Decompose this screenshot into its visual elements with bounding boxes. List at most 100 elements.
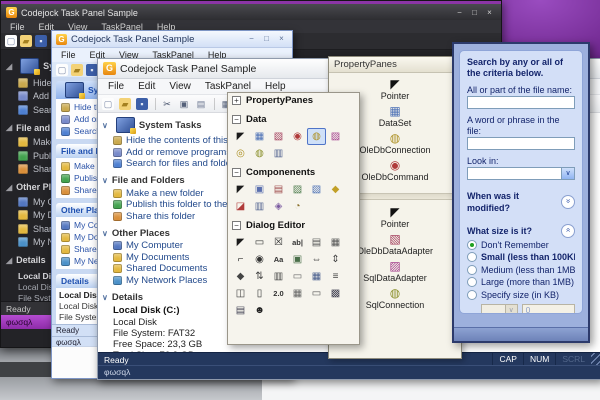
task-item[interactable]: Make a new folder [102,188,232,200]
close-button[interactable]: × [483,7,496,18]
toolbox-group-header[interactable]: + PropertyPanes [228,93,359,108]
new-document-button[interactable]: ▢ [56,63,68,76]
task-item[interactable]: Share this folder [102,211,232,223]
toolbox-tool[interactable]: ▣ [288,251,307,268]
menu-item[interactable]: File [101,81,131,92]
paste-button[interactable]: ▤ [195,98,209,110]
radio-option[interactable]: Don't Remember [467,239,575,251]
menu-item[interactable]: File [3,22,32,32]
menu-item[interactable]: TaskPanel [198,81,258,92]
toolbox-tool[interactable]: ⇔ [307,251,326,268]
toolbox-tool[interactable]: ◈ [269,198,288,215]
expand-collapse-toggle[interactable]: − [232,115,241,124]
radio-option[interactable]: Small (less than 100KB) [467,252,575,264]
toolbox-tool[interactable]: ▦ [307,268,326,285]
toolbox-tool[interactable]: ◉ [250,251,269,268]
toolbar-separator[interactable] [155,97,156,110]
look-in-select[interactable]: ∨ [467,167,575,180]
toolbox-group-header[interactable]: − Componenents [228,165,359,180]
toolbox-tool[interactable]: ◉ [288,128,307,145]
toolbox-tool[interactable]: ☻ [250,302,269,319]
open-folder-button[interactable]: ▰ [119,97,133,110]
save-button[interactable]: ▪ [35,35,47,47]
toolbox-list-item[interactable]: ◤ Pointer [359,78,430,102]
minimize-button[interactable]: − [245,34,258,44]
menu-item[interactable]: Edit [131,81,162,92]
toolbox-tool[interactable]: 2.0 [269,285,288,302]
maximize-button[interactable]: □ [468,7,481,18]
toolbox-tool[interactable]: ◆ [326,181,345,198]
toolbox-tool[interactable]: ▥ [269,145,288,162]
task-item[interactable]: My Network Places [102,275,232,287]
task-group-header[interactable]: ∨ File and Folders [102,174,232,188]
toolbox-tool[interactable]: ▦ [250,128,269,145]
toolbox-tool[interactable]: ▧ [307,181,326,198]
phrase-input[interactable] [467,137,575,150]
modified-rollup-button[interactable]: » [561,195,575,209]
expand-collapse-toggle[interactable]: − [232,221,241,230]
toolbox-list-item[interactable]: ◉ OleDbCommand [359,159,430,183]
toolbox-tool[interactable]: ▣ [250,181,269,198]
radio-option[interactable]: Large (more than 1MB) [467,277,575,289]
toolbox-tool[interactable]: ▦ [288,285,307,302]
new-document-button[interactable]: ▢ [102,97,116,110]
toolbox-tool[interactable]: ▭ [307,285,326,302]
menu-item[interactable]: File [54,50,83,60]
toolbox-tool[interactable]: ≡ [326,268,345,285]
toolbox-tool[interactable]: ▥ [250,198,269,215]
toolbox-list-item[interactable]: ▧ OleDbDataAdapter [357,233,433,257]
toolbox-tool[interactable]: ▩ [326,285,345,302]
toolbox-tool[interactable]: ◫ [231,285,250,302]
toolbox-tool[interactable]: ▭ [288,268,307,285]
menu-item[interactable]: View [162,81,198,92]
toolbox-tool[interactable]: ⌐ [231,251,250,268]
toolbox-group-header[interactable]: − Data [228,112,359,127]
toolbox-tool[interactable]: ⇅ [250,268,269,285]
task-group-header[interactable]: ∨ System Tasks [102,115,232,135]
radio-option[interactable]: Medium (less than 1MB) [467,264,575,276]
toolbox-tool[interactable]: ▯ [250,285,269,302]
toolbox-list-item[interactable]: ◍ OleDbConnection [359,132,430,156]
toolbox-tool[interactable]: ◤ [231,234,250,251]
toolbox-tool[interactable]: ▨ [326,128,345,145]
title-bar[interactable]: G Codejock Task Panel Sample − □ × [52,31,292,48]
toolbox-tool[interactable]: ▤ [231,302,250,319]
copy-button[interactable]: ▣ [178,98,192,110]
task-item[interactable]: Search for files and folders [102,158,232,170]
toolbox-group-header[interactable]: − Dialog Editor [228,218,359,233]
task-group-header[interactable]: ∨ Details [102,290,232,304]
menu-item[interactable]: Help [258,81,293,92]
toolbox-tool[interactable]: ▧ [269,128,288,145]
size-unit-select[interactable]: ∨ [481,303,518,313]
toolbox-tool[interactable]: ▭ [250,234,269,251]
size-value-input[interactable]: 0 [521,303,575,313]
toolbar-separator[interactable] [214,97,215,110]
toolbox-tool[interactable]: ◍ [307,128,326,145]
toolbox-list-item[interactable]: ◤ Pointer [357,206,433,230]
toolbox-tool[interactable]: ▨ [288,181,307,198]
toolbox-tool[interactable]: ▥ [269,268,288,285]
expand-collapse-toggle[interactable]: − [232,168,241,177]
file-name-input[interactable] [467,96,575,109]
task-group-header[interactable]: ∨ Other Places [102,226,232,240]
title-bar[interactable]: G Codejock Task Panel Sample − □ × [1,1,501,20]
toolbox-tool[interactable]: ◎ [231,145,250,162]
toolbox-tool[interactable]: ◪ [231,198,250,215]
new-document-button[interactable]: ▢ [5,35,17,47]
task-item[interactable]: Publish this folder to the Web [102,199,232,211]
close-button[interactable]: × [275,34,288,44]
toolbox-tool[interactable]: ⇕ [326,251,345,268]
minimize-button[interactable]: − [453,7,466,18]
toolbox-tool[interactable]: ▤ [307,234,326,251]
toolbox-tool[interactable]: ◤ [231,181,250,198]
toolbox-tool[interactable]: ◆ [231,268,250,285]
task-item[interactable]: Shared Documents [102,263,232,275]
toolbox-list-item[interactable]: ▨ SqlDataAdapter [357,260,433,284]
task-item[interactable]: Hide the contents of this drive [102,135,232,147]
task-item[interactable]: My Computer [102,240,232,252]
open-folder-button[interactable]: ▰ [20,35,32,47]
toolbox-tool[interactable]: ◍ [250,145,269,162]
size-rollup-button[interactable]: « [561,224,575,238]
radio-option[interactable]: Specify size (in KB) [467,289,575,301]
toolbox-tool[interactable]: ◤ [231,128,250,145]
